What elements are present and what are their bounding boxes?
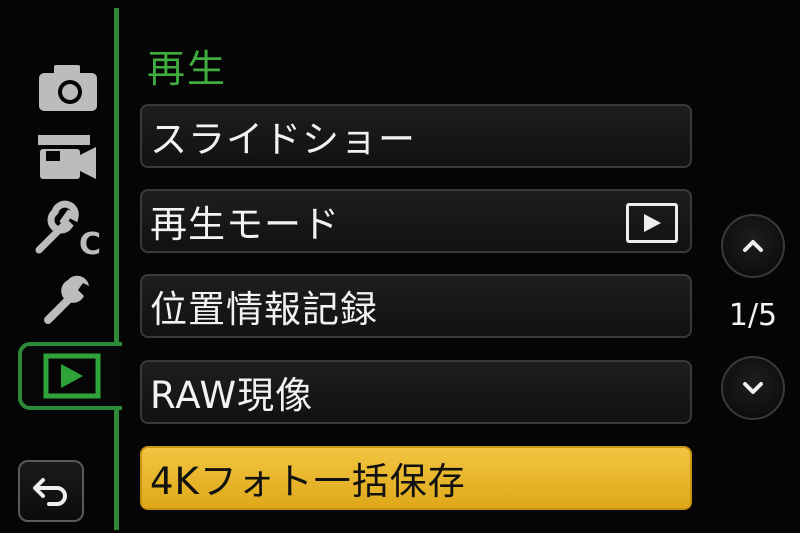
chevron-up-icon bbox=[743, 240, 763, 252]
sidebar: C bbox=[0, 0, 122, 533]
menu-title: 再生 bbox=[147, 47, 228, 91]
menu-item-location-logging[interactable]: 位置情報記録 bbox=[140, 274, 692, 338]
menu-item-4k-photo-bulk-saving[interactable]: 4Kフォト一括保存 bbox=[140, 446, 692, 510]
scroll-down-button[interactable] bbox=[721, 356, 785, 420]
back-arrow-icon bbox=[33, 478, 67, 506]
tab-playback[interactable] bbox=[18, 342, 122, 410]
svg-text:C: C bbox=[79, 227, 101, 258]
menu-item-label: 再生モード bbox=[150, 203, 340, 246]
video-camera-icon bbox=[38, 135, 96, 179]
menu-item-label: スライドショー bbox=[150, 118, 416, 161]
menu-item-label: RAW現像 bbox=[150, 374, 314, 417]
custom-wrench-icon: C bbox=[35, 200, 101, 258]
sidebar-divider bbox=[114, 8, 119, 530]
tab-setup[interactable] bbox=[28, 268, 108, 328]
chevron-down-icon bbox=[743, 382, 763, 394]
tab-custom[interactable]: C bbox=[28, 198, 108, 258]
menu-item-raw-processing[interactable]: RAW現像 bbox=[140, 360, 692, 424]
camera-icon bbox=[39, 65, 97, 111]
scroll-up-button[interactable] bbox=[721, 214, 785, 278]
menu-item-slideshow[interactable]: スライドショー bbox=[140, 104, 692, 168]
menu-item-playback-mode[interactable]: 再生モード bbox=[140, 189, 692, 253]
tab-video[interactable] bbox=[28, 128, 108, 188]
page-indicator: 1/5 bbox=[728, 298, 778, 333]
menu-item-label: 位置情報記録 bbox=[150, 288, 378, 331]
menu-item-label: 4Kフォト一括保存 bbox=[150, 460, 466, 503]
tab-camera[interactable] bbox=[28, 58, 108, 118]
playback-icon bbox=[43, 353, 101, 399]
wrench-icon bbox=[44, 275, 89, 324]
playback-mode-icon bbox=[626, 203, 678, 243]
back-button[interactable] bbox=[18, 460, 84, 522]
